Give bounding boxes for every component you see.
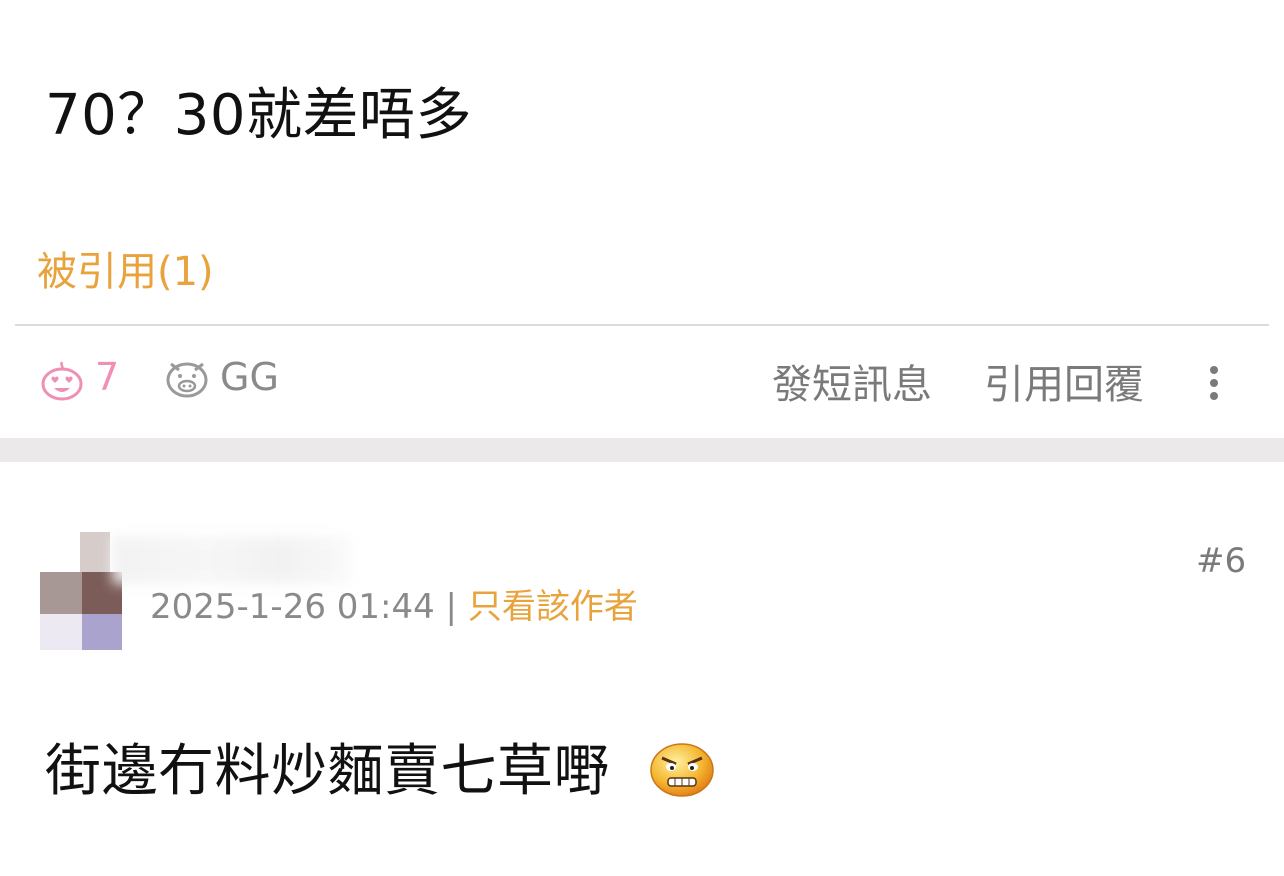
like-count: 7: [95, 355, 120, 399]
floor-number: #6: [1196, 541, 1247, 581]
meta-separator: |: [434, 587, 468, 627]
post-timestamp: 2025-1-26 01:44: [150, 587, 435, 627]
post-separator: [0, 438, 1284, 462]
angry-smiley-emoji-icon: [648, 738, 716, 798]
pig-face-icon[interactable]: [165, 356, 209, 400]
only-author-link[interactable]: 只看該作者: [468, 587, 638, 627]
heart-eyes-emoji-icon[interactable]: [40, 358, 84, 402]
quoted-by-link[interactable]: 被引用(1): [37, 244, 214, 300]
post-meta: 2025-1-26 01:44 | 只看該作者: [150, 584, 638, 630]
more-vertical-icon[interactable]: [1200, 362, 1228, 406]
post-body-text: 街邊冇料炒麵賣七草嘢: [45, 739, 610, 804]
divider: [15, 324, 1269, 326]
avatar[interactable]: [40, 532, 122, 650]
post-body-text: 70？30就差唔多: [45, 83, 473, 148]
quote-reply-button[interactable]: 引用回覆: [984, 358, 1144, 412]
send-message-button[interactable]: 發短訊息: [772, 358, 932, 412]
username-redacted: [112, 536, 352, 584]
dislike-label: GG: [220, 355, 279, 399]
